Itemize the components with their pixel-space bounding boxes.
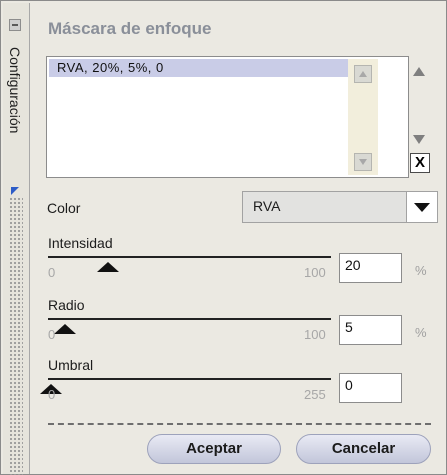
radius-label: Radio	[48, 297, 85, 313]
intensity-label: Intensidad	[48, 235, 113, 251]
tab-configuracion-label: Configuración	[7, 47, 23, 134]
collapse-icon[interactable]	[9, 19, 21, 31]
color-label: Color	[47, 200, 81, 216]
sharpen-panel: Configuración Máscara de enfoque RVA, 20…	[0, 0, 447, 475]
intensity-input[interactable]: 20	[339, 253, 402, 283]
radius-slider-track[interactable]	[48, 318, 331, 320]
side-tab-bar: Configuración	[3, 3, 30, 475]
radius-min: 0	[48, 327, 56, 342]
intensity-max: 100	[304, 265, 326, 280]
dock-arrow-icon[interactable]	[11, 187, 19, 195]
threshold-label: Umbral	[48, 357, 94, 373]
list-scrollbar[interactable]	[348, 59, 378, 175]
divider	[48, 423, 431, 425]
radius-max: 100	[304, 327, 326, 342]
resize-grip[interactable]	[9, 197, 23, 475]
presets-list[interactable]: RVA, 20%, 5%, 0	[46, 56, 409, 178]
move-up-arrow-icon[interactable]	[413, 67, 425, 76]
scroll-up-button[interactable]	[354, 65, 372, 83]
intensity-slider-track[interactable]	[48, 256, 331, 258]
list-item[interactable]: RVA, 20%, 5%, 0	[49, 59, 375, 77]
radius-input[interactable]: 5	[339, 315, 402, 345]
scroll-down-button[interactable]	[354, 153, 372, 171]
accept-button[interactable]: Aceptar	[147, 434, 281, 464]
threshold-slider-track[interactable]	[48, 378, 331, 380]
chevron-down-icon[interactable]	[406, 192, 437, 222]
color-select[interactable]: RVA	[242, 191, 438, 223]
cancel-button[interactable]: Cancelar	[296, 434, 431, 464]
panel-title: Máscara de enfoque	[48, 19, 212, 38]
threshold-input[interactable]: 0	[339, 373, 402, 403]
intensity-unit: %	[415, 263, 427, 278]
color-select-value: RVA	[253, 198, 281, 214]
threshold-max: 255	[304, 387, 326, 402]
radius-unit: %	[415, 325, 427, 340]
delete-preset-button[interactable]: X	[410, 153, 430, 173]
radius-slider-thumb[interactable]	[54, 324, 77, 334]
move-down-arrow-icon[interactable]	[413, 135, 425, 144]
tab-configuracion[interactable]: Configuración	[3, 47, 29, 167]
intensity-slider-thumb[interactable]	[96, 262, 119, 272]
intensity-min: 0	[48, 265, 56, 280]
threshold-min: 0	[48, 387, 56, 402]
